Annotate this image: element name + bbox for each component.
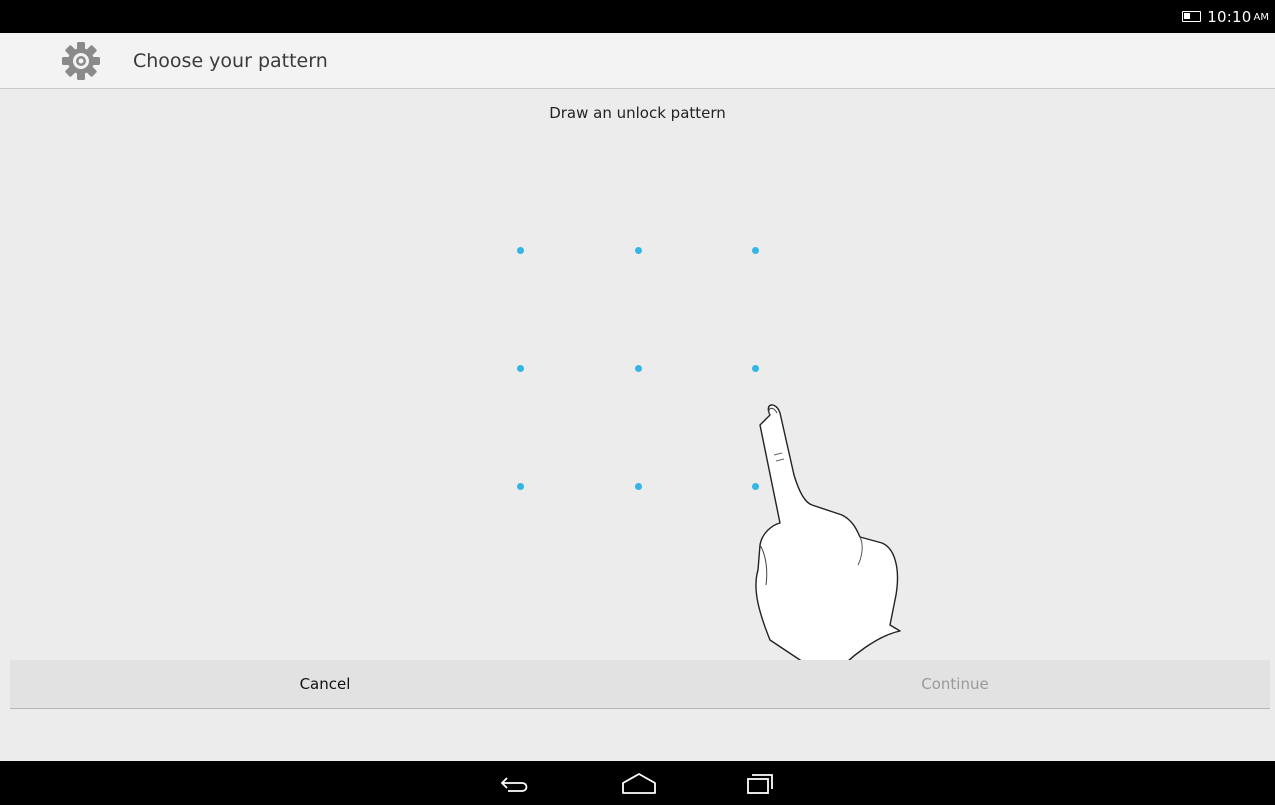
continue-button[interactable]: Continue	[640, 660, 1270, 709]
pattern-dot-3[interactable]	[752, 247, 759, 254]
pattern-dot-6[interactable]	[752, 365, 759, 372]
pattern-dot-7[interactable]	[517, 483, 524, 490]
pattern-dot-8[interactable]	[635, 483, 642, 490]
navigation-bar	[0, 761, 1275, 805]
pattern-dot-2[interactable]	[635, 247, 642, 254]
back-icon[interactable]	[488, 767, 538, 799]
lock-pattern-screen: 10:10 AM Choose your pattern Draw an unl…	[0, 0, 1275, 805]
pattern-dot-4[interactable]	[517, 365, 524, 372]
pattern-grid[interactable]	[0, 0, 1275, 660]
cancel-button[interactable]: Cancel	[10, 660, 640, 709]
pattern-dot-1[interactable]	[517, 247, 524, 254]
recent-apps-icon[interactable]	[734, 767, 784, 799]
home-icon[interactable]	[614, 767, 664, 799]
footer-button-bar: Cancel Continue	[10, 660, 1270, 709]
pattern-dot-5[interactable]	[635, 365, 642, 372]
pointing-hand-illustration	[755, 404, 901, 680]
